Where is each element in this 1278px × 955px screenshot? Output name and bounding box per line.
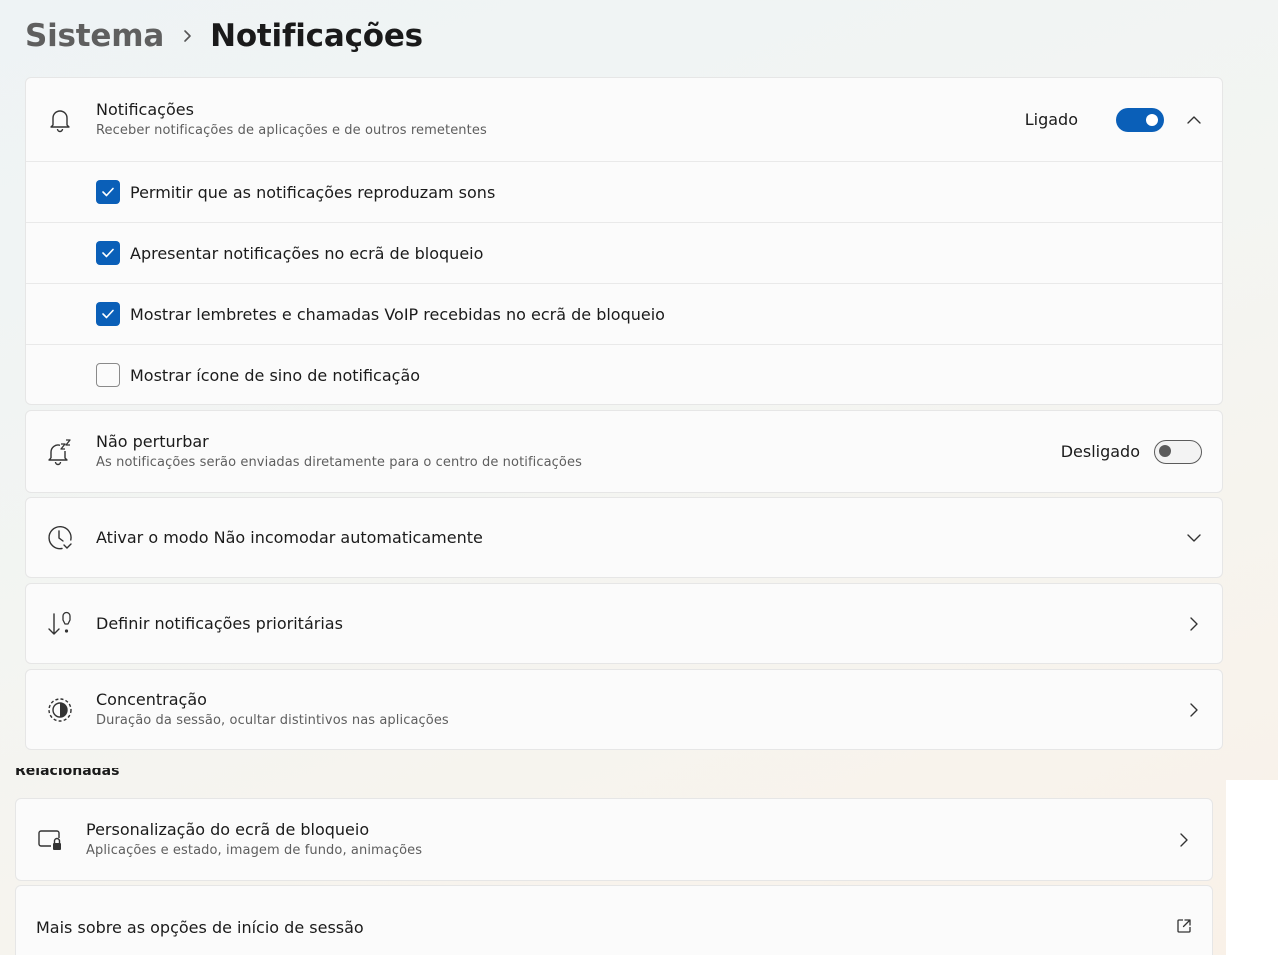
notifications-controls: Ligado xyxy=(1024,107,1204,132)
bell-snooze-icon xyxy=(46,438,74,466)
priority-arrow-icon xyxy=(46,610,74,638)
notifications-title: Notificações xyxy=(96,99,194,119)
dnd-controls: Desligado xyxy=(1060,439,1204,464)
focus-card: Concentração Duração da sessão, ocultar … xyxy=(25,669,1223,750)
chevron-up-icon[interactable] xyxy=(1184,110,1204,130)
option-row-lockscreen[interactable]: Apresentar notificações no ecrã de bloqu… xyxy=(26,222,1222,283)
dnd-title: Não perturbar xyxy=(96,431,209,451)
dnd-subtitle: As notificações serão enviadas diretamen… xyxy=(96,454,582,470)
toggle-knob xyxy=(1146,113,1158,126)
toggle-knob xyxy=(1159,445,1171,457)
dnd-state-label: Desligado xyxy=(1060,442,1140,461)
chevron-right-icon[interactable] xyxy=(1184,614,1204,634)
lock-screen-subtitle: Aplicações e estado, imagem de fundo, an… xyxy=(86,842,423,858)
checkmark-icon xyxy=(102,309,114,319)
priority-card: Definir notificações prioritárias xyxy=(25,583,1223,664)
chevron-down-icon[interactable] xyxy=(1184,528,1204,548)
lock-screen-row[interactable]: Personalização do ecrã de bloqueio Aplic… xyxy=(16,799,1212,880)
clock-icon xyxy=(46,524,74,552)
focus-texts: Concentração Duração da sessão, ocultar … xyxy=(96,689,449,731)
lock-screen-card: Personalização do ecrã de bloqueio Aplic… xyxy=(15,798,1213,881)
chevron-right-icon xyxy=(182,29,194,43)
notifications-card: Notificações Receber notificações de apl… xyxy=(25,77,1223,405)
lockscreen-label: Apresentar notificações no ecrã de bloqu… xyxy=(130,243,484,263)
bell-icon xyxy=(46,106,74,134)
focus-controls xyxy=(1184,700,1204,720)
option-row-sounds[interactable]: Permitir que as notificações reproduzam … xyxy=(26,161,1222,222)
auto-dnd-title: Ativar o modo Não incomodar automaticame… xyxy=(96,527,483,547)
related-section-title: Relacionadas xyxy=(15,768,120,779)
priority-title: Definir notificações prioritárias xyxy=(96,613,343,633)
auto-dnd-controls xyxy=(1184,528,1204,548)
priority-row[interactable]: Definir notificações prioritárias xyxy=(26,584,1222,663)
chevron-right-icon[interactable] xyxy=(1184,700,1204,720)
notifications-texts: Notificações Receber notificações de apl… xyxy=(96,99,487,141)
option-row-voip[interactable]: Mostrar lembretes e chamadas VoIP recebi… xyxy=(26,283,1222,344)
dnd-texts: Não perturbar As notificações serão envi… xyxy=(96,431,582,473)
checkmark-icon xyxy=(102,248,114,258)
lock-screen-texts: Personalização do ecrã de bloqueio Aplic… xyxy=(86,819,422,861)
focus-timer-icon xyxy=(46,696,74,724)
focus-title: Concentração xyxy=(96,689,207,709)
focus-row[interactable]: Concentração Duração da sessão, ocultar … xyxy=(26,670,1222,749)
sounds-label: Permitir que as notificações reproduzam … xyxy=(130,182,496,202)
dnd-toggle[interactable] xyxy=(1154,439,1202,464)
lockscreen-checkbox[interactable] xyxy=(96,241,120,265)
notifications-subtitle: Receber notificações de aplicações e de … xyxy=(96,122,487,138)
notifications-header[interactable]: Notificações Receber notificações de apl… xyxy=(26,78,1222,161)
notifications-state-label: Ligado xyxy=(1024,110,1078,129)
bell-checkbox[interactable] xyxy=(96,363,120,387)
voip-checkbox[interactable] xyxy=(96,302,120,326)
external-link-icon[interactable] xyxy=(1176,918,1192,938)
breadcrumb: Sistema Notificações xyxy=(25,14,423,58)
signin-link-row[interactable]: Mais sobre as opções de início de sessão xyxy=(16,886,1212,955)
lock-screen-icon xyxy=(36,826,64,854)
signin-link[interactable]: Mais sobre as opções de início de sessão xyxy=(36,918,364,937)
priority-controls xyxy=(1184,614,1204,634)
notifications-toggle[interactable] xyxy=(1116,107,1164,132)
auto-dnd-card: Ativar o modo Não incomodar automaticame… xyxy=(25,497,1223,578)
checkmark-icon xyxy=(102,187,114,197)
chevron-right-icon[interactable] xyxy=(1174,830,1194,850)
voip-label: Mostrar lembretes e chamadas VoIP recebi… xyxy=(130,304,665,324)
signin-link-card: Mais sobre as opções de início de sessão xyxy=(15,885,1213,955)
auto-dnd-row[interactable]: Ativar o modo Não incomodar automaticame… xyxy=(26,498,1222,577)
priority-texts: Definir notificações prioritárias xyxy=(96,613,343,635)
dnd-row[interactable]: Não perturbar As notificações serão envi… xyxy=(26,411,1222,492)
breadcrumb-parent[interactable]: Sistema xyxy=(25,18,164,54)
focus-subtitle: Duração da sessão, ocultar distintivos n… xyxy=(96,712,449,728)
option-row-bell[interactable]: Mostrar ícone de sino de notificação xyxy=(26,344,1222,405)
dnd-card: Não perturbar As notificações serão envi… xyxy=(25,410,1223,493)
auto-dnd-texts: Ativar o modo Não incomodar automaticame… xyxy=(96,527,483,549)
lock-screen-controls xyxy=(1174,830,1194,850)
bell-label: Mostrar ícone de sino de notificação xyxy=(130,365,421,385)
lock-screen-title: Personalização do ecrã de bloqueio xyxy=(86,819,370,839)
sounds-checkbox[interactable] xyxy=(96,180,120,204)
page-title: Notificações xyxy=(210,18,423,54)
window-edge xyxy=(1226,780,1278,955)
